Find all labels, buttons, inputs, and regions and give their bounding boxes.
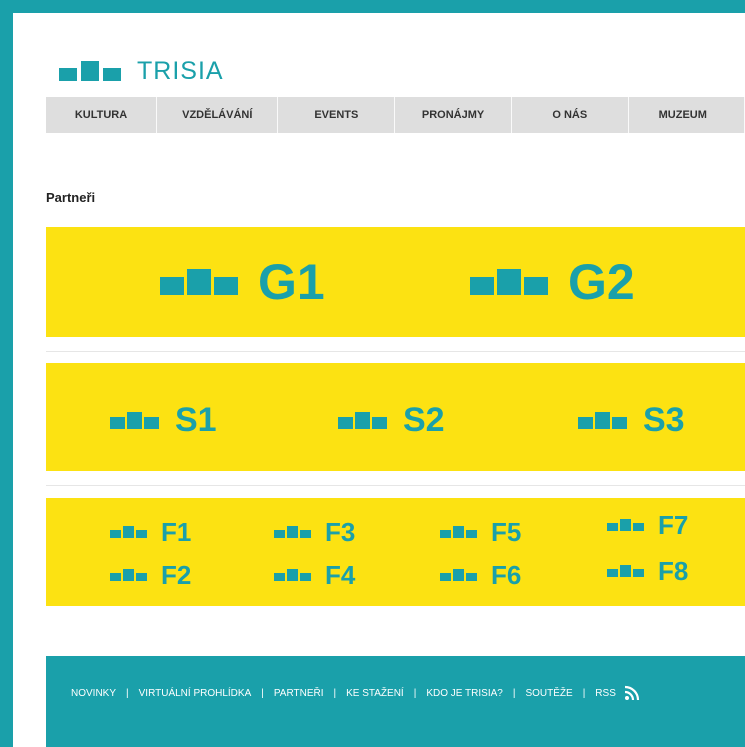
partner-logo-icon — [160, 269, 238, 295]
footer-link-virtualni-prohlidka[interactable]: VIRTUÁLNÍ PROHLÍDKA — [139, 688, 252, 699]
partner-logo-icon — [578, 411, 627, 429]
page-title: Partneři — [46, 190, 96, 205]
logo-mark-square-1 — [59, 68, 77, 81]
nav-item-pronajmy[interactable]: PRONÁJMY — [395, 97, 512, 133]
footer-separator: | — [126, 687, 129, 699]
partner-label: F4 — [325, 560, 356, 590]
partner-logo-icon — [607, 519, 644, 531]
logo-text: TRISIA — [137, 57, 224, 85]
footer-separator: | — [413, 687, 417, 699]
partner-logo-icon — [440, 569, 477, 581]
partner-f8[interactable]: F8 — [607, 558, 688, 584]
footer-link-novinky[interactable]: NOVINKY — [71, 688, 116, 699]
partner-f4[interactable]: F4 — [274, 562, 355, 588]
partner-label: F3 — [325, 517, 356, 547]
nav-item-o-nas[interactable]: O NÁS — [512, 97, 629, 133]
partner-label: F7 — [658, 510, 689, 540]
partner-logo-icon — [274, 569, 311, 581]
partner-label: F5 — [491, 517, 522, 547]
partner-f7[interactable]: F7 — [607, 512, 688, 538]
site-logo[interactable]: TRISIA — [59, 57, 224, 85]
rss-icon[interactable] — [624, 685, 640, 701]
partner-logo-icon — [110, 526, 147, 538]
partner-logo-icon — [440, 526, 477, 538]
partner-label: G2 — [568, 254, 635, 310]
partner-logo-icon — [110, 569, 147, 581]
partner-logo-icon — [607, 565, 644, 577]
partner-label: S3 — [643, 401, 685, 439]
page: TRISIA KULTURA VZDĚLÁVÁNÍ EVENTS PRONÁJM… — [13, 13, 745, 747]
partner-logo-icon — [274, 526, 311, 538]
footer-link-partneri[interactable]: PARTNEŘI — [274, 688, 324, 699]
partner-label: G1 — [258, 254, 325, 310]
main-nav: KULTURA VZDĚLÁVÁNÍ EVENTS PRONÁJMY O NÁS… — [46, 97, 745, 133]
partner-label: S1 — [175, 401, 217, 439]
footer-separator: | — [582, 687, 586, 699]
partner-f1[interactable]: F1 — [110, 519, 191, 545]
partner-s1[interactable]: S1 — [110, 403, 217, 437]
footer-separator: | — [261, 687, 264, 699]
logo-mark-square-3 — [103, 68, 121, 81]
partner-g2[interactable]: G2 — [470, 257, 635, 307]
partners-friends-band: F1 F2 F3 F4 F5 F6 F7 F8 — [46, 498, 745, 606]
partner-s3[interactable]: S3 — [578, 403, 685, 437]
partner-f3[interactable]: F3 — [274, 519, 355, 545]
divider — [46, 485, 745, 486]
footer-nav: NOVINKY | VIRTUÁLNÍ PROHLÍDKA | PARTNEŘI… — [71, 685, 640, 701]
footer-link-rss[interactable]: RSS — [595, 688, 616, 699]
partner-logo-icon — [338, 411, 387, 429]
footer-separator: | — [512, 687, 516, 699]
partner-label: S2 — [403, 401, 445, 439]
partner-label: F6 — [491, 560, 522, 590]
partner-label: F8 — [658, 556, 689, 586]
divider — [46, 351, 745, 352]
partner-logo-icon — [110, 411, 159, 429]
partner-f2[interactable]: F2 — [110, 562, 191, 588]
partner-f5[interactable]: F5 — [440, 519, 521, 545]
footer: NOVINKY | VIRTUÁLNÍ PROHLÍDKA | PARTNEŘI… — [46, 656, 745, 747]
logo-mark-square-2 — [81, 61, 99, 81]
nav-item-kultura[interactable]: KULTURA — [46, 97, 158, 133]
nav-item-events[interactable]: EVENTS — [278, 97, 396, 133]
nav-item-muzeum[interactable]: MUZEUM — [629, 97, 745, 133]
partner-s2[interactable]: S2 — [338, 403, 445, 437]
partner-label: F1 — [161, 517, 192, 547]
footer-separator: | — [333, 687, 337, 699]
footer-link-kdo-je-trisia[interactable]: KDO JE TRISIA? — [426, 688, 503, 699]
partner-f6[interactable]: F6 — [440, 562, 521, 588]
nav-item-vzdelavani[interactable]: VZDĚLÁVÁNÍ — [157, 97, 279, 133]
partner-label: F2 — [161, 560, 192, 590]
footer-link-ke-stazeni[interactable]: KE STAŽENÍ — [346, 688, 404, 699]
partner-logo-icon — [470, 269, 548, 295]
partners-gold-band: G1 G2 — [46, 227, 745, 337]
partner-g1[interactable]: G1 — [160, 257, 325, 307]
partners-silver-band: S1 S2 S3 — [46, 363, 745, 471]
footer-link-souteze[interactable]: SOUTĚŽE — [525, 688, 572, 699]
